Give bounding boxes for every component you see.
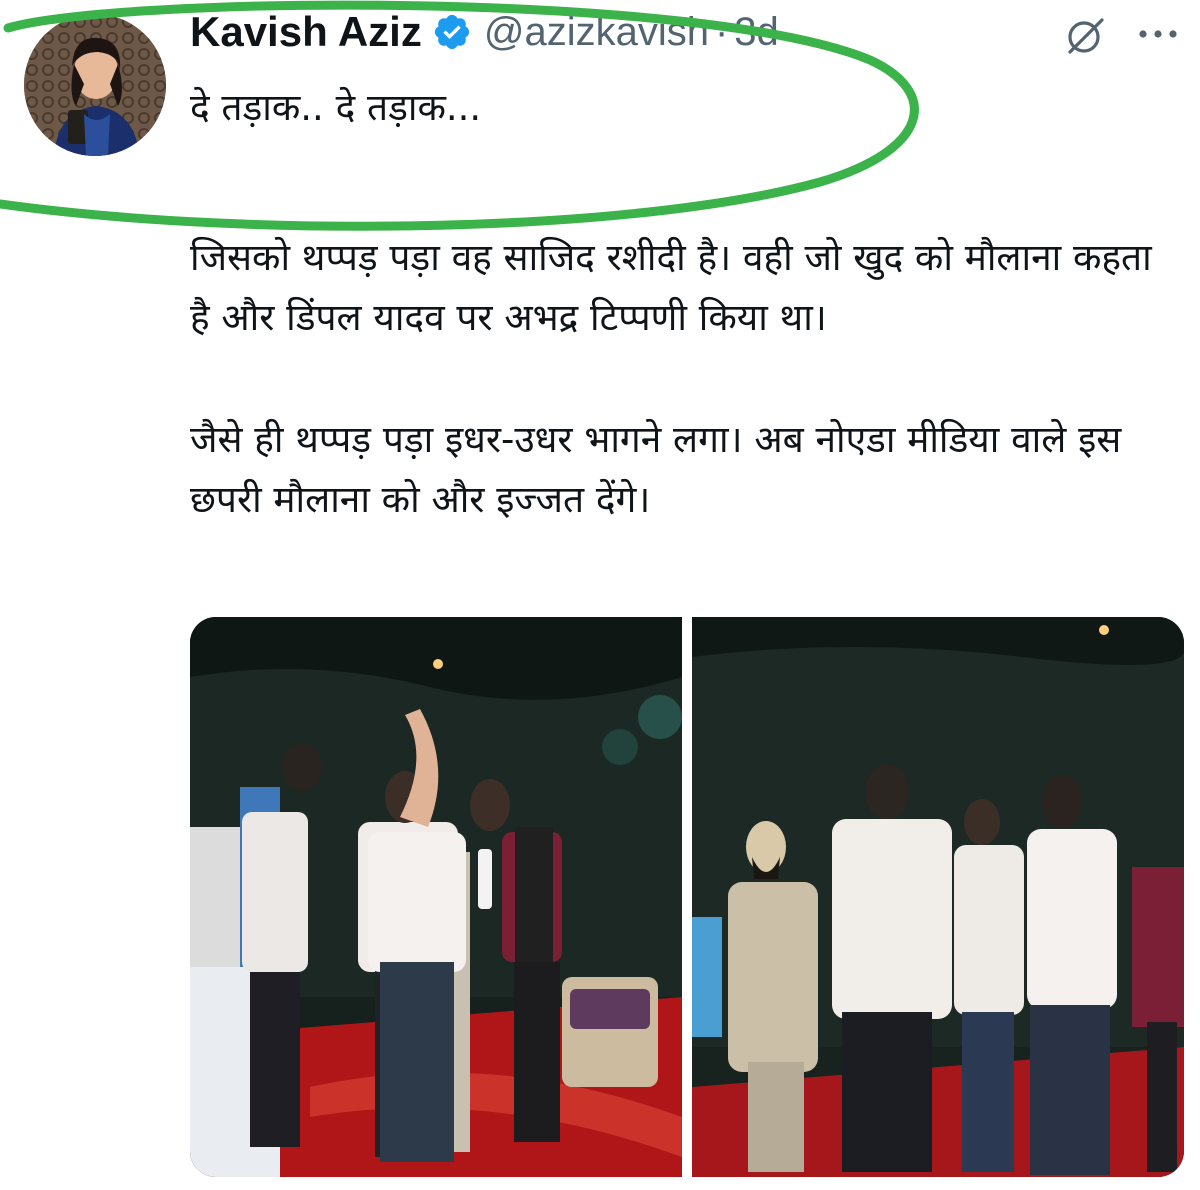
author-avatar[interactable] [24,14,166,156]
tweet-timestamp[interactable]: 3d [734,10,779,55]
grok-icon[interactable] [1064,14,1108,58]
author-handle[interactable]: @azizkavish [484,10,709,55]
media-photo-2[interactable] [692,617,1184,1177]
tweet-paragraph-3: जैसे ही थप्पड़ पड़ा इधर-उधर भागने लगा। अ… [190,418,1122,521]
tweet-page: Kavish Aziz @azizkavish · 3d दे तड़ाक.. … [0,0,1200,1190]
tweet-text: दे तड़ाक.. दे तड़ाक... जिसको थप्पड़ पड़ा… [190,78,1170,530]
verified-badge-icon [434,14,469,50]
avatar-photo [24,14,166,156]
media-photo-1[interactable] [190,617,682,1177]
tweet-paragraph-2: जिसको थप्पड़ पड़ा वह साजिद रशीदी है। वही… [190,236,1152,339]
author-name[interactable]: Kavish Aziz [190,8,422,56]
header-separator: · [714,9,729,54]
more-options-icon[interactable] [1136,22,1180,46]
tweet-line-1: दे तड़ाक.. दे तड़ाक... [190,86,482,129]
tweet-header: Kavish Aziz @azizkavish · 3d [190,8,779,56]
tweet-media [190,617,1184,1177]
